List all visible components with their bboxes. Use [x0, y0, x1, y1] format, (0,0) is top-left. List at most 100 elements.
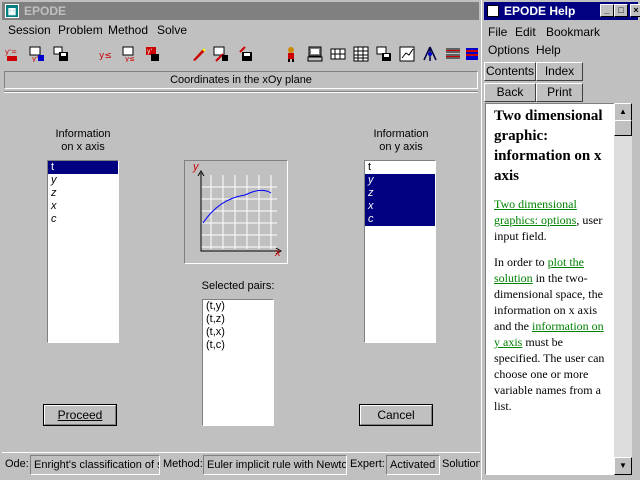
cancel-button[interactable]: Cancel [359, 404, 433, 426]
status-solution-label: Solution [442, 458, 480, 470]
menu-method[interactable]: Method [108, 23, 148, 37]
help-menu-file[interactable]: File [488, 25, 507, 39]
help-title-bar: EPODE Help _ □ × [484, 2, 640, 20]
help-menu-options[interactable]: Options [488, 43, 529, 57]
help-menu-edit[interactable]: Edit [515, 25, 536, 39]
proceed-button-label: Proceed [57, 408, 103, 422]
help-heading: Two dimensional graphic: information on … [494, 108, 603, 184]
flag-icon[interactable] [462, 43, 478, 65]
divider [4, 91, 478, 93]
main-title-text: EPODE [24, 4, 67, 18]
save-problem-icon[interactable] [50, 43, 72, 65]
help-text-p2-start: In order to [494, 255, 548, 269]
list-item[interactable]: t [365, 161, 435, 174]
list-item[interactable]: z [48, 187, 118, 200]
x-info-label: Information on x axis [48, 128, 118, 154]
status-ode-value: Enright's classification of st [30, 455, 160, 475]
chart-icon[interactable] [396, 43, 418, 65]
list-item[interactable]: (t,x) [203, 326, 273, 339]
help-back-button[interactable]: Back [484, 83, 536, 102]
minimize-icon[interactable]: _ [600, 4, 614, 17]
menu-solve[interactable]: Solve [157, 23, 187, 37]
list-item[interactable]: c [365, 213, 435, 226]
list-item[interactable]: y [365, 174, 435, 187]
help-scrollbar[interactable]: ▲ ▼ [614, 103, 632, 475]
y-equals-icon[interactable]: y≤ [96, 43, 118, 65]
help-contents-button[interactable]: Contents [484, 62, 536, 81]
status-expert-label: Expert: [350, 458, 385, 470]
graph-x-label: x [275, 247, 281, 259]
scroll-down-icon[interactable]: ▼ [614, 457, 632, 475]
maximize-icon[interactable]: □ [614, 4, 628, 17]
help-content-pane[interactable]: Two dimensional graphic: information on … [485, 103, 615, 475]
help-menu-help[interactable]: Help [536, 43, 561, 57]
cancel-button-label: Cancel [377, 408, 415, 422]
table-icon[interactable] [350, 43, 372, 65]
list-icon[interactable] [442, 43, 464, 65]
y-prime-icon[interactable]: y' [142, 43, 164, 65]
panel-title: Coordinates in the xOy plane [4, 71, 478, 89]
scroll-thumb[interactable] [614, 120, 632, 136]
selected-pairs-listbox[interactable]: (t,y) (t,z) (t,x) (t,c) [202, 299, 274, 426]
list-item[interactable]: x [48, 200, 118, 213]
help-menu-bookmark[interactable]: Bookmark [546, 25, 600, 39]
person-icon[interactable] [280, 43, 302, 65]
list-item[interactable]: c [48, 213, 118, 226]
help-print-button[interactable]: Print [536, 83, 583, 102]
help-index-button[interactable]: Index [536, 62, 583, 81]
help-paragraph-2: In order to plot the solution in the two… [494, 254, 610, 414]
status-method-label: Method: [163, 458, 203, 470]
data-icon[interactable] [373, 43, 395, 65]
graph-y-label: y [193, 161, 199, 173]
main-menu-bar: Session Problem Method Solve [2, 21, 479, 40]
menu-problem[interactable]: Problem [58, 23, 103, 37]
status-ode-label: Ode: [5, 458, 29, 470]
help-link-options[interactable]: Two dimensional graphics: options [494, 197, 577, 227]
y-info-label: Information on y axis [363, 128, 439, 154]
list-item[interactable]: (t,y) [203, 300, 273, 313]
graph-preview: y x [184, 160, 288, 264]
close-icon[interactable]: × [630, 4, 640, 17]
x-info-label-line2: on x axis [61, 141, 105, 153]
scroll-up-icon[interactable]: ▲ [614, 103, 632, 121]
menu-session[interactable]: Session [8, 23, 51, 37]
status-expert-value: Activated [386, 455, 440, 475]
new-problem-icon[interactable]: y'= [2, 43, 24, 65]
tree-icon[interactable] [419, 43, 441, 65]
proceed-button[interactable]: Proceed [43, 404, 117, 426]
edit-icon[interactable]: y≤ [119, 43, 141, 65]
toolbar: y'= y' y≤ y≤ y' [2, 42, 479, 68]
epode-main-window: ▦ EPODE Session Problem Method Solve y'=… [0, 0, 481, 480]
list-item[interactable]: z [365, 187, 435, 200]
zoom-icon[interactable] [210, 43, 232, 65]
help-book-icon [487, 5, 499, 17]
y-info-label-line1: Information [373, 128, 429, 140]
svg-text:y≤: y≤ [99, 51, 112, 61]
x-info-label-line1: Information [55, 128, 111, 140]
status-method-value: Euler implicit rule with Newton [203, 455, 347, 475]
y-axis-listbox[interactable]: t y z x c [364, 160, 436, 343]
app-icon: ▦ [5, 4, 19, 18]
svg-text:y': y' [32, 55, 38, 62]
pencil-icon[interactable] [188, 43, 210, 65]
list-item[interactable]: (t,c) [203, 339, 273, 352]
graph-icon [185, 161, 287, 263]
save-icon[interactable] [234, 43, 256, 65]
x-axis-listbox[interactable]: t y z x c [47, 160, 119, 343]
open-problem-icon[interactable]: y' [26, 43, 48, 65]
list-item[interactable]: (t,z) [203, 313, 273, 326]
computer-icon[interactable] [304, 43, 326, 65]
svg-text:y': y' [147, 48, 153, 55]
list-item[interactable]: y [48, 174, 118, 187]
svg-text:y≤: y≤ [125, 55, 135, 62]
svg-text:y'=: y'= [5, 48, 17, 56]
main-title-bar: ▦ EPODE [2, 2, 479, 20]
selected-pairs-label: Selected pairs: [201, 280, 275, 292]
grid-icon[interactable] [327, 43, 349, 65]
list-item[interactable]: x [365, 200, 435, 213]
status-bar: Ode: Enright's classification of st Meth… [2, 452, 480, 476]
y-info-label-line2: on y axis [379, 141, 423, 153]
list-item[interactable]: t [48, 161, 118, 174]
help-title-text: EPODE Help [504, 4, 576, 18]
help-paragraph-1: Two dimensional graphics: options, user … [494, 196, 610, 244]
